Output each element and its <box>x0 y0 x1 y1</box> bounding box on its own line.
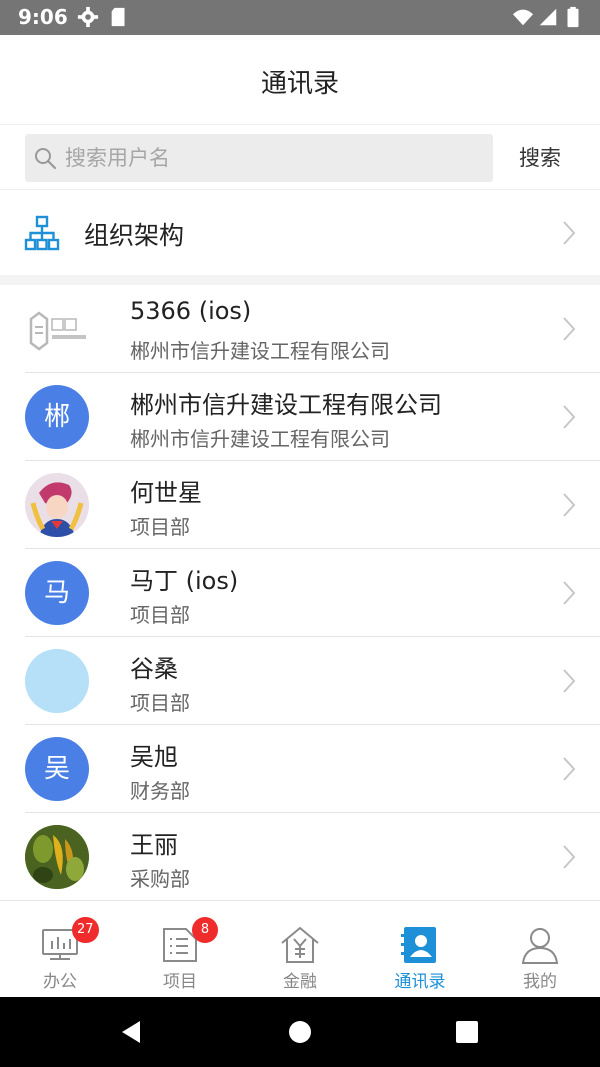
tab-label: 我的 <box>523 972 557 992</box>
chevron-right-icon <box>563 757 576 781</box>
tab-profile[interactable]: 我的 <box>480 901 600 998</box>
cartoon-avatar-image <box>25 473 89 537</box>
contact-row[interactable]: 吴 吴旭 财务部 <box>0 725 600 813</box>
chevron-right-icon <box>563 221 576 245</box>
tab-label: 通讯录 <box>394 972 446 992</box>
chevron-right-icon <box>563 493 576 517</box>
section-divider <box>0 275 600 285</box>
search-input[interactable] <box>63 134 483 182</box>
finance-icon <box>281 926 319 963</box>
sd-card-icon <box>111 7 125 27</box>
contact-name: 5366 (ios) <box>130 297 252 325</box>
chevron-right-icon <box>563 669 576 693</box>
contact-name: 王丽 <box>130 831 178 859</box>
contact-department: 郴州市信升建设工程有限公司 <box>130 427 390 451</box>
contact-name: 吴旭 <box>130 743 178 771</box>
tab-contacts[interactable]: 通讯录 <box>360 901 480 998</box>
app-header: 通讯录 <box>0 35 600 125</box>
contact-name: 何世星 <box>130 479 202 507</box>
contact-row[interactable]: 谷桑 项目部 <box>0 637 600 725</box>
tab-finance[interactable]: 金融 <box>240 901 360 998</box>
contact-list: 5366 (ios) 郴州市信升建设工程有限公司 郴 郴州市信升建设工程有限公司… <box>0 285 600 901</box>
tab-project[interactable]: 8 项目 <box>120 901 240 998</box>
bottom-tab-bar: 27 办公 8 项目 金融 通讯录 我的 <box>0 900 600 997</box>
contact-row[interactable]: 郴 郴州市信升建设工程有限公司 郴州市信升建设工程有限公司 <box>0 373 600 461</box>
search-icon <box>35 148 57 170</box>
contact-department: 采购部 <box>130 867 190 891</box>
home-icon[interactable] <box>287 1019 313 1045</box>
avatar <box>25 297 89 361</box>
tab-office[interactable]: 27 办公 <box>0 901 120 998</box>
tab-label: 金融 <box>283 972 317 992</box>
contact-department: 项目部 <box>130 691 190 715</box>
avatar: 马 <box>25 561 89 625</box>
contact-name: 马丁 (ios) <box>130 567 239 595</box>
contact-name: 郴州市信升建设工程有限公司 <box>130 391 442 419</box>
settings-gear-icon <box>77 6 99 28</box>
avatar <box>25 649 89 713</box>
system-nav-bar <box>0 997 600 1067</box>
chevron-right-icon <box>563 845 576 869</box>
avatar: 郴 <box>25 385 89 449</box>
contact-row[interactable]: 王丽 采购部 <box>0 813 600 901</box>
wifi-icon <box>512 9 534 26</box>
company-logo-icon <box>29 311 86 351</box>
contact-name: 谷桑 <box>130 655 178 683</box>
page-title: 通讯录 <box>260 69 339 99</box>
contact-department: 项目部 <box>130 603 190 627</box>
search-box[interactable] <box>25 134 493 182</box>
contact-row[interactable]: 5366 (ios) 郴州市信升建设工程有限公司 <box>0 285 600 373</box>
avatar <box>25 825 89 889</box>
avatar <box>25 473 89 537</box>
fruit-photo-image <box>25 825 89 889</box>
recents-icon[interactable] <box>454 1019 480 1045</box>
status-time: 9:06 <box>18 5 68 29</box>
profile-icon <box>521 928 559 964</box>
org-chart-icon <box>24 215 60 251</box>
tab-label: 项目 <box>163 972 197 992</box>
search-button[interactable]: 搜索 <box>500 134 580 182</box>
battery-icon <box>567 6 579 28</box>
contact-row[interactable]: 何世星 项目部 <box>0 461 600 549</box>
contact-department: 郴州市信升建设工程有限公司 <box>130 339 390 363</box>
chevron-right-icon <box>563 581 576 605</box>
contact-row[interactable]: 马 马丁 (ios) 项目部 <box>0 549 600 637</box>
search-bar: 搜索 <box>0 126 600 190</box>
chevron-right-icon <box>563 317 576 341</box>
contacts-icon <box>401 927 436 963</box>
back-icon[interactable] <box>118 1019 144 1045</box>
tab-label: 办公 <box>43 972 77 992</box>
office-badge: 27 <box>72 917 99 943</box>
project-badge: 8 <box>192 917 218 943</box>
org-structure-label: 组织架构 <box>84 221 185 250</box>
contact-department: 财务部 <box>130 779 190 803</box>
avatar: 吴 <box>25 737 89 801</box>
signal-icon <box>539 8 557 26</box>
status-bar: 9:06 <box>0 0 600 35</box>
org-structure-row[interactable]: 组织架构 <box>0 191 600 275</box>
chevron-right-icon <box>563 405 576 429</box>
contact-department: 项目部 <box>130 515 190 539</box>
